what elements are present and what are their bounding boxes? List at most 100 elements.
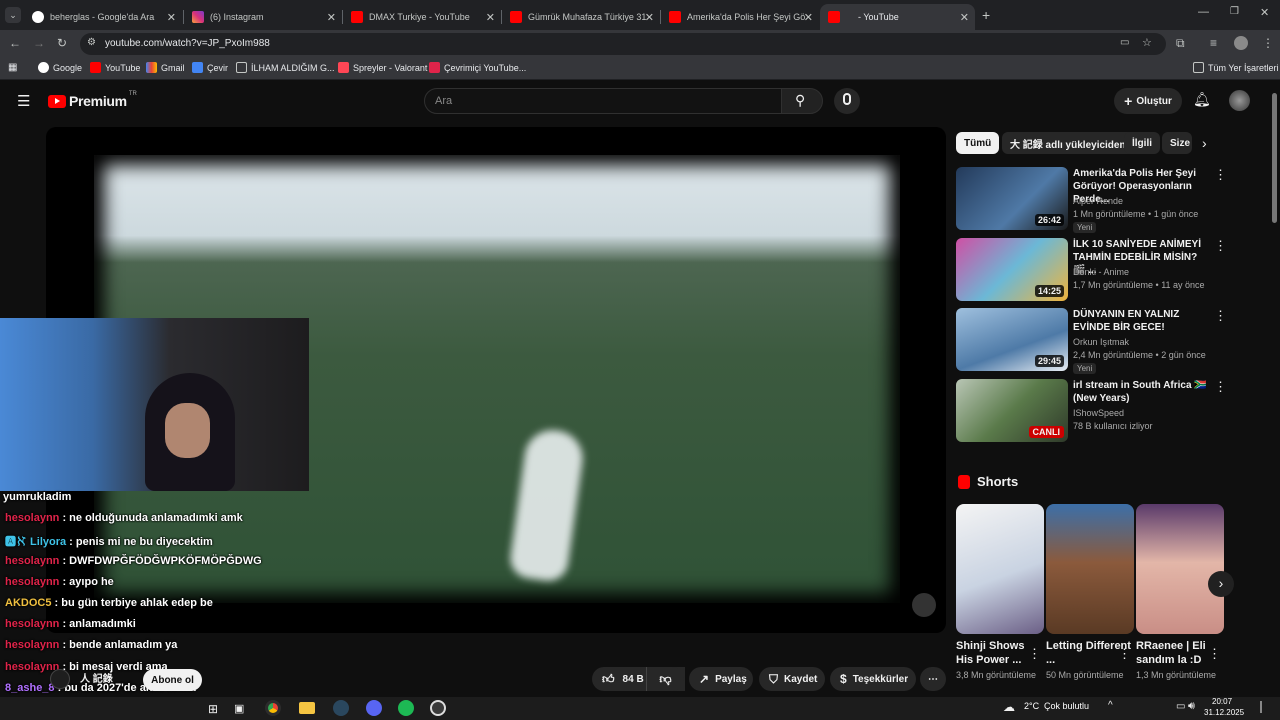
clock-time[interactable]: 20:07 [1212,697,1232,706]
cast-icon[interactable]: ▭ [1120,37,1129,48]
bookmark-folder[interactable]: İLHAM ALDIĞIM G... [236,62,335,73]
chip-related[interactable]: İlgili [1124,132,1160,154]
bookmark-gmail[interactable]: Gmail [146,62,185,73]
volume-icon[interactable]: 🔊︎ [1188,700,1195,713]
tray-chevron-icon[interactable]: ^ [1108,700,1113,711]
chip-for-you[interactable]: Size [1162,132,1192,154]
close-tab-icon[interactable]: ✕ [327,11,336,24]
more-actions-button[interactable]: ⋯ [920,667,946,691]
weather-icon[interactable]: ☁ [1003,700,1015,714]
recommended-video[interactable]: 26:42 Amerika'da Polis Her Şeyi Görüyor!… [956,167,1227,233]
recommended-video[interactable]: 14:25 İLK 10 SANİYEDE ANİMEYİ TAHMİN EDE… [956,238,1227,302]
create-button[interactable]: + Oluştur [1114,88,1182,114]
scrollbar-thumb[interactable] [1272,93,1277,223]
close-tab-icon[interactable]: ✕ [645,11,654,24]
channel-avatar[interactable] [50,669,70,689]
reload-icon[interactable]: ↻ [57,36,67,50]
profile-avatar[interactable] [1234,36,1248,50]
bookmark-youtube[interactable]: YouTube [90,62,140,73]
more-vertical-icon[interactable]: ⋮ [1214,308,1227,324]
chat-username: hesolaynn [5,618,60,631]
more-vertical-icon[interactable]: ⋮ [1208,646,1221,662]
steam-icon[interactable] [333,700,349,716]
clock-date[interactable]: 31.12.2025 [1204,708,1244,717]
save-button[interactable]: ⛉ Kaydet [759,667,825,691]
close-tab-icon[interactable]: ✕ [804,11,813,24]
network-icon[interactable]: ▭ [1176,701,1185,712]
recommended-video[interactable]: 29:45 DÜNYANIN EN YALNIZ EVİNDE BİR GECE… [956,308,1227,374]
all-bookmarks[interactable]: Tüm Yer İşaretleri [1193,62,1279,73]
weather-text[interactable]: Çok bulutlu [1044,701,1089,711]
browser-tab[interactable]: beherglas - Google'da Ara ✕ [24,4,182,30]
more-vertical-icon[interactable]: ⋮ [1214,379,1227,395]
site-info-icon[interactable]: ⚙ [87,37,96,48]
browser-tab-active[interactable]: - YouTube ✕ [820,4,975,30]
chip-all[interactable]: Tümü [956,132,1000,154]
share-button[interactable]: ↗ Paylaş [689,667,753,691]
obs-icon[interactable] [430,700,446,716]
close-tab-icon[interactable]: ✕ [486,11,495,24]
chip-from-uploader[interactable]: 大 記録 adlı yükleyiciden [1002,132,1134,154]
bookmark-youtube-online[interactable]: Çevrimiçi YouTube... [429,62,526,73]
short-thumbnail [1136,504,1224,634]
browser-tab[interactable]: DMAX Turkiye - YouTube ✕ [343,4,501,30]
browser-tab[interactable]: Gümrük Muhafaza Türkiye 31. E ✕ [502,4,660,30]
address-bar[interactable]: ⚙ youtube.com/watch?v=JP_PxoIm988 ▭ ☆ [80,33,1166,55]
page-scrollbar[interactable] [1270,81,1280,697]
more-vertical-icon[interactable]: ⋮ [1214,238,1227,254]
video-thumbnail: 26:42 [956,167,1068,230]
more-vertical-icon[interactable]: ⋮ [1118,646,1131,662]
file-explorer-icon[interactable] [299,702,315,714]
recommended-live-video[interactable]: CANLI irl stream in South Africa 🇿🇦 (New… [956,379,1227,443]
menu-icon[interactable]: ⋮ [1262,36,1274,50]
shorts-next-button[interactable]: › [1208,571,1234,597]
spotify-icon[interactable] [398,700,414,716]
task-view-icon[interactable]: ▣ [234,702,244,715]
bookmark-google[interactable]: Google [38,62,82,73]
url-text: youtube.com/watch?v=JP_PxoIm988 [105,38,270,49]
hamburger-menu-icon[interactable]: ☰ [17,92,30,110]
tab-title: Gümrük Muhafaza Türkiye 31. E [528,12,646,22]
chevron-right-icon[interactable]: › [1202,135,1207,151]
search-button[interactable]: ⚲ [781,88,823,114]
notification-icon[interactable] [1260,701,1268,713]
extensions-icon[interactable]: ⧉ [1176,36,1185,51]
chat-message: hesolaynn : ayıpo he [5,576,114,588]
more-vertical-icon[interactable]: ⋮ [1214,167,1227,183]
discord-icon[interactable] [366,700,382,716]
logo-text: Premium [69,93,127,109]
media-icon[interactable]: ≡ [1210,36,1217,50]
account-avatar[interactable] [1229,90,1250,111]
subscribe-button[interactable]: Abone ol [143,669,202,691]
new-tab-icon[interactable]: + [982,7,990,23]
bookmark-star-icon[interactable]: ☆ [1142,36,1152,49]
player-account-icon[interactable] [912,593,936,617]
notifications-bell-icon[interactable]: 🔔︎ [1193,91,1211,108]
youtube-logo[interactable]: Premium TR [48,91,137,109]
forward-icon[interactable]: → [33,36,45,50]
minimize-icon[interactable]: — [1198,6,1209,18]
weather-temp[interactable]: 2°C [1024,701,1039,711]
back-icon[interactable]: ← [9,36,21,50]
channel-name[interactable]: 人 記錄 [80,670,113,685]
close-tab-icon[interactable]: ✕ [960,11,969,24]
bookmark-valorant[interactable]: Spreyler - Valorant [338,62,427,73]
like-count: 84 B [622,673,644,685]
tab-search-button[interactable]: ⌄ [5,7,21,23]
close-tab-icon[interactable]: ✕ [167,11,176,24]
youtube-icon [510,11,522,23]
restore-icon[interactable]: ❐ [1230,6,1239,17]
start-icon[interactable]: ⊞ [208,702,218,716]
search-input[interactable]: Ara [424,88,782,114]
close-window-icon[interactable]: ✕ [1260,6,1269,19]
voice-search-button[interactable] [834,88,860,114]
chrome-icon[interactable] [265,700,281,716]
duration-badge: 29:45 [1034,355,1064,367]
more-vertical-icon[interactable]: ⋮ [1028,646,1041,662]
thanks-button[interactable]: $ Teşekkürler [830,667,916,691]
browser-tab[interactable]: Amerika'da Polis Her Şeyi Görü ✕ [661,4,819,30]
apps-icon[interactable]: ▦ [8,62,17,73]
dislike-button[interactable]: 👎︎ [646,667,684,691]
bookmark-translate[interactable]: Çevir [192,62,228,73]
browser-tab[interactable]: (6) Instagram ✕ [184,4,342,30]
